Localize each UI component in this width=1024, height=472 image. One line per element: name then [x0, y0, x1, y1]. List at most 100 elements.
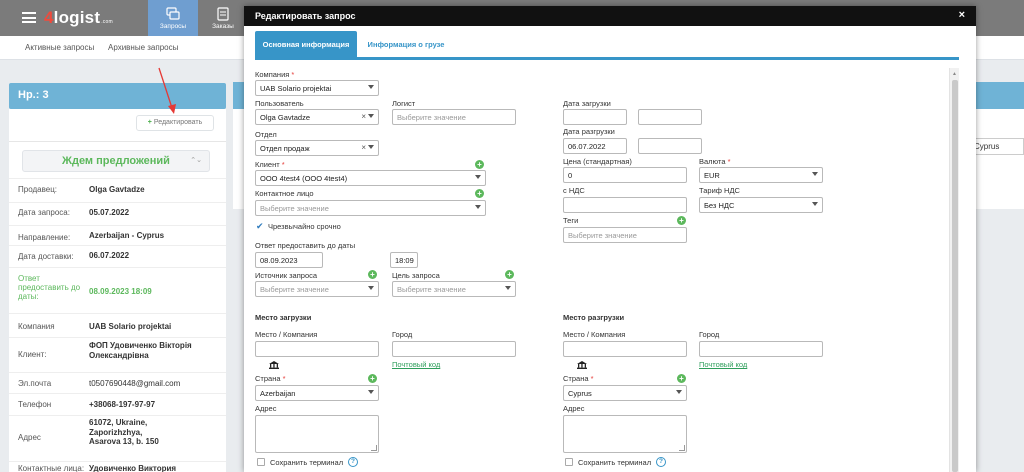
unloading-address-textarea[interactable]: [563, 415, 687, 453]
modal-title: Редактировать запрос: [244, 6, 976, 26]
info-key: Телефон: [18, 400, 52, 409]
unloading-country-select[interactable]: Cyprus: [563, 385, 687, 401]
menu-icon[interactable]: [22, 12, 36, 23]
help-icon[interactable]: ?: [348, 457, 358, 467]
load-date-label: Дата загрузки: [563, 99, 611, 108]
unload-date-input-2[interactable]: [638, 138, 702, 154]
unloading-save-terminal-label: Сохранить терминал: [578, 458, 652, 467]
scrollbar-thumb[interactable]: [952, 80, 958, 472]
department-select[interactable]: Отдел продаж ×: [255, 140, 379, 156]
load-date-input-2[interactable]: [638, 109, 702, 125]
loading-country-label: Страна *: [255, 374, 286, 383]
purpose-select[interactable]: Выберите значение: [392, 281, 516, 297]
logo[interactable]: 4logist.com: [44, 8, 113, 28]
answer-by-time-input[interactable]: 18:09: [390, 252, 418, 268]
info-value: +38068-197-97-97: [89, 400, 156, 409]
info-row-company: Компания UAB Solario projektai: [9, 313, 226, 337]
tab-active-requests[interactable]: Активные запросы: [25, 43, 94, 52]
department-value: Отдел продаж: [260, 144, 310, 153]
add-loading-country-icon[interactable]: +: [368, 374, 377, 383]
vat-rate-select[interactable]: Без НДС: [699, 197, 823, 213]
resize-grip-icon[interactable]: [679, 445, 685, 451]
unload-date-input[interactable]: 06.07.2022: [563, 138, 627, 154]
unloading-city-input[interactable]: [699, 341, 823, 357]
unload-date-label: Дата разгрузки: [563, 127, 615, 136]
unloading-save-terminal-checkbox[interactable]: [565, 458, 573, 466]
tags-select[interactable]: Выберите значение: [563, 227, 687, 243]
price-input[interactable]: 0: [563, 167, 687, 183]
caret-down-icon: [812, 172, 818, 176]
urgent-checkbox[interactable]: ✔: [256, 222, 264, 231]
user-select[interactable]: Olga Gavtadze ×: [255, 109, 379, 125]
edit-button-label: Редактировать: [153, 119, 203, 126]
contact-select[interactable]: Выберите значение: [255, 200, 486, 216]
loading-save-terminal-label: Сохранить терминал: [270, 458, 344, 467]
source-select[interactable]: Выберите значение: [255, 281, 379, 297]
modal-scrollbar[interactable]: ▲: [949, 68, 959, 472]
currency-label: Валюта *: [699, 157, 731, 166]
help-icon[interactable]: ?: [656, 457, 666, 467]
unloading-city-label: Город: [699, 330, 720, 339]
info-row-contacts: Контактные лица: Удовиченко Виктория: [9, 461, 226, 472]
client-select[interactable]: ООО 4test4 (ООО 4test4): [255, 170, 486, 186]
currency-label-text: Валюта: [699, 157, 726, 166]
client-value: ООО 4test4 (ООО 4test4): [260, 174, 348, 183]
add-source-icon[interactable]: +: [368, 270, 377, 279]
close-icon[interactable]: ×: [959, 9, 965, 21]
clear-icon[interactable]: ×: [361, 112, 366, 121]
logist-select[interactable]: Выберите значение: [392, 109, 516, 125]
add-unloading-country-icon[interactable]: +: [677, 374, 686, 383]
bank-icon[interactable]: [269, 361, 279, 369]
currency-select[interactable]: EUR: [699, 167, 823, 183]
background-country-field[interactable]: Cyprus: [969, 138, 1024, 155]
company-select[interactable]: UAB Solario projektai: [255, 80, 379, 96]
unloading-country-label-text: Страна: [563, 374, 589, 383]
request-number-header: Нр.: 3: [9, 83, 226, 109]
tab-cargo-info[interactable]: Информация о грузе: [364, 31, 448, 58]
add-tag-icon[interactable]: +: [677, 216, 686, 225]
unloading-postal-code-link[interactable]: Почтовый код: [699, 360, 747, 369]
loading-address-textarea[interactable]: [255, 415, 379, 453]
vat-price-input[interactable]: [563, 197, 687, 213]
required-mark: *: [590, 374, 594, 383]
user-label: Пользователь: [255, 99, 304, 108]
answer-by-date-input[interactable]: 08.09.2023: [255, 252, 323, 268]
source-placeholder: Выберите значение: [260, 285, 329, 294]
tab-main-info[interactable]: Основная информация: [255, 31, 357, 58]
nav-orders[interactable]: Заказы: [198, 0, 248, 36]
loading-city-input[interactable]: [392, 341, 516, 357]
caret-down-icon: [368, 85, 374, 89]
vat-rate-label: Тариф НДС: [699, 186, 740, 195]
requests-icon: [166, 7, 180, 20]
info-key: Направление:: [18, 233, 71, 242]
company-label: Компания *: [255, 70, 294, 79]
info-key: Эл.почта: [18, 379, 52, 388]
scroll-up-icon[interactable]: ▲: [952, 71, 957, 77]
info-key: Ответ предоставить до даты:: [18, 274, 81, 301]
bank-icon[interactable]: [577, 361, 587, 369]
loading-country-select[interactable]: Azerbaijan: [255, 385, 379, 401]
info-row-client: Клиент: ФОП Удовиченко Вікторія Олександр…: [9, 337, 226, 369]
logo-text: logist: [53, 8, 101, 27]
loading-section-title: Место загрузки: [255, 313, 312, 322]
loading-place-input[interactable]: [255, 341, 379, 357]
status-value: Ждем предложений: [62, 155, 170, 167]
edit-button[interactable]: + Редактировать: [136, 115, 214, 131]
loading-country-value: Azerbaijan: [260, 389, 296, 398]
resize-grip-icon[interactable]: [371, 445, 377, 451]
tab-archive-requests[interactable]: Архивные запросы: [108, 43, 178, 52]
loading-save-terminal-checkbox[interactable]: [257, 458, 265, 466]
nav-requests[interactable]: Запросы: [148, 0, 198, 36]
loading-postal-code-link[interactable]: Почтовый код: [392, 360, 440, 369]
clear-icon[interactable]: ×: [361, 143, 366, 152]
add-client-icon[interactable]: +: [475, 160, 484, 169]
add-contact-icon[interactable]: +: [475, 189, 484, 198]
status-select[interactable]: Ждем предложений ⌃⌄: [22, 150, 210, 172]
unloading-place-input[interactable]: [563, 341, 687, 357]
info-value: ФОП Удовиченко Вікторія Олександрівна: [89, 341, 192, 360]
add-purpose-icon[interactable]: +: [505, 270, 514, 279]
client-label: Клиент *: [255, 160, 285, 169]
load-date-input[interactable]: [563, 109, 627, 125]
info-key: Адрес: [18, 433, 41, 442]
urgent-label: Чрезвычайно срочно: [268, 222, 341, 231]
